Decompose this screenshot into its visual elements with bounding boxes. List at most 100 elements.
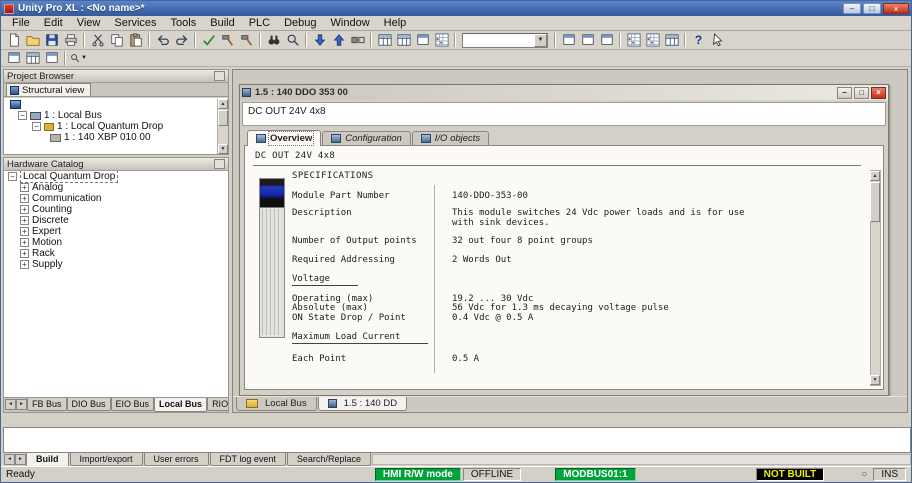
scroll-up-icon[interactable]: ▲ [218, 99, 228, 109]
catalog-row-analog[interactable]: + Analog [4, 182, 228, 193]
tab-fdt-log-event[interactable]: FDT log event [209, 453, 286, 466]
context-help-button[interactable] [708, 32, 727, 49]
panel-options-button[interactable] [214, 159, 225, 169]
search-button[interactable] [264, 32, 283, 49]
tab-overview[interactable]: Overview [247, 130, 322, 146]
child-close-button[interactable]: × [871, 86, 886, 99]
undo-button[interactable] [153, 32, 172, 49]
tree-label-quantum-drop[interactable]: 1 : Local Quantum Drop [57, 121, 163, 132]
tab-user-errors[interactable]: User errors [143, 453, 209, 466]
expand-icon[interactable]: + [20, 183, 29, 192]
collapse-icon[interactable]: − [8, 172, 17, 181]
child-restore-button[interactable]: □ [854, 86, 869, 99]
catalog-label-expert[interactable]: Expert [32, 226, 61, 237]
menu-help[interactable]: Help [377, 16, 414, 30]
tree-row-rack[interactable]: 1 : 140 XBP 010 00 [4, 132, 228, 143]
scrollbar-thumb[interactable] [218, 110, 228, 126]
expand-icon[interactable]: + [20, 227, 29, 236]
catalog-row-root[interactable]: − Local Quantum Drop [4, 171, 228, 183]
project-tree-scrollbar[interactable]: ▲ ▼ [217, 99, 228, 154]
tab-structural-view[interactable]: Structural view [6, 83, 92, 96]
tab-io-objects[interactable]: I/O objects [411, 131, 490, 145]
watch-point-button[interactable] [643, 32, 662, 49]
operator-screen-button[interactable] [413, 32, 432, 49]
menu-view[interactable]: View [70, 16, 108, 30]
animation-table-button[interactable] [624, 32, 643, 49]
scroll-down-icon[interactable]: ▼ [870, 375, 880, 385]
catalog-row-communication[interactable]: + Communication [4, 193, 228, 204]
help-button[interactable]: ? [689, 32, 708, 49]
collapse-icon[interactable]: − [32, 122, 41, 131]
tab-search-replace[interactable]: Search/Replace [286, 453, 371, 466]
cut-button[interactable] [88, 32, 107, 49]
tree-row-quantum-drop[interactable]: − 1 : Local Quantum Drop [4, 121, 228, 132]
tile-vertical-button[interactable] [578, 32, 597, 49]
mdi-tab-module[interactable]: 1.5 : 140 DD [317, 397, 408, 411]
menu-services[interactable]: Services [107, 16, 163, 30]
library-browser-button[interactable] [662, 32, 681, 49]
open-project-button[interactable] [23, 32, 42, 49]
maximize-button[interactable]: □ [863, 3, 881, 14]
build-changes-button[interactable] [218, 32, 237, 49]
tab-import-export[interactable]: Import/export [69, 453, 143, 466]
expand-icon[interactable]: + [20, 194, 29, 203]
menu-file[interactable]: File [5, 16, 37, 30]
content-scrollbar[interactable]: ▲ ▼ [870, 170, 881, 386]
tabs-scroll-left-icon[interactable]: ◄ [5, 399, 16, 410]
tabs-scroll-right-icon[interactable]: ► [15, 454, 26, 465]
rebuild-all-button[interactable] [237, 32, 256, 49]
tree-row-station[interactable] [4, 99, 228, 110]
cascade-windows-button[interactable] [597, 32, 616, 49]
menu-edit[interactable]: Edit [37, 16, 70, 30]
hardware-catalog-header[interactable]: Hardware Catalog [4, 158, 228, 171]
tab-eio-bus[interactable]: EIO Bus [110, 398, 155, 411]
child-minimize-button[interactable]: – [837, 86, 852, 99]
collapse-icon[interactable]: − [18, 111, 27, 120]
expand-icon[interactable]: + [20, 260, 29, 269]
tree-row-local-bus[interactable]: − 1 : Local Bus [4, 110, 228, 121]
module-window-titlebar[interactable]: 1.5 : 140 DDO 353 00 – □ × [240, 85, 888, 100]
catalog-row-supply[interactable]: + Supply [4, 259, 228, 270]
menu-plc[interactable]: PLC [242, 16, 277, 30]
structure-view-button[interactable] [432, 32, 451, 49]
tab-fb-bus[interactable]: FB Bus [27, 398, 67, 411]
output-window-toggle-button[interactable] [42, 50, 61, 67]
analyze-project-button[interactable] [199, 32, 218, 49]
expand-icon[interactable]: + [20, 238, 29, 247]
variables-editor-button[interactable] [394, 32, 413, 49]
paste-button[interactable] [126, 32, 145, 49]
scrollbar-thumb[interactable] [870, 182, 880, 222]
catalog-label-analog[interactable]: Analog [32, 182, 63, 193]
catalog-label-supply[interactable]: Supply [32, 259, 63, 270]
catalog-label-discrete[interactable]: Discrete [32, 215, 69, 226]
zoom-dropdown[interactable]: ▼ [69, 50, 88, 67]
catalog-row-expert[interactable]: + Expert [4, 226, 228, 237]
data-editor-button[interactable] [375, 32, 394, 49]
menu-build[interactable]: Build [203, 16, 241, 30]
output-scrollbar-track[interactable] [371, 454, 911, 465]
catalog-row-discrete[interactable]: + Discrete [4, 215, 228, 226]
scroll-down-icon[interactable]: ▼ [218, 144, 228, 154]
zoom-button[interactable] [283, 32, 302, 49]
expand-icon[interactable]: + [20, 249, 29, 258]
copy-button[interactable] [107, 32, 126, 49]
tab-dio-bus[interactable]: DIO Bus [66, 398, 111, 411]
tabs-scroll-left-icon[interactable]: ◄ [4, 454, 15, 465]
print-button[interactable] [61, 32, 80, 49]
chevron-down-icon[interactable]: ▼ [534, 33, 547, 47]
menu-window[interactable]: Window [324, 16, 377, 30]
mdi-tab-local-bus[interactable]: Local Bus [236, 397, 317, 411]
tree-label-local-bus[interactable]: 1 : Local Bus [44, 110, 102, 121]
minimize-button[interactable]: – [843, 3, 861, 14]
expand-icon[interactable]: + [20, 216, 29, 225]
catalog-row-rack[interactable]: + Rack [4, 248, 228, 259]
connect-disconnect-button[interactable] [348, 32, 367, 49]
tab-build[interactable]: Build [26, 453, 69, 467]
tabs-scroll-right-icon[interactable]: ► [16, 399, 27, 410]
catalog-row-motion[interactable]: + Motion [4, 237, 228, 248]
instance-selector-combobox[interactable]: ▼ [462, 32, 548, 48]
close-button[interactable]: × [883, 3, 909, 14]
tab-rio-bus[interactable]: RIO [207, 398, 228, 411]
catalog-label-rack[interactable]: Rack [32, 248, 55, 259]
transfer-to-plc-button[interactable] [310, 32, 329, 49]
